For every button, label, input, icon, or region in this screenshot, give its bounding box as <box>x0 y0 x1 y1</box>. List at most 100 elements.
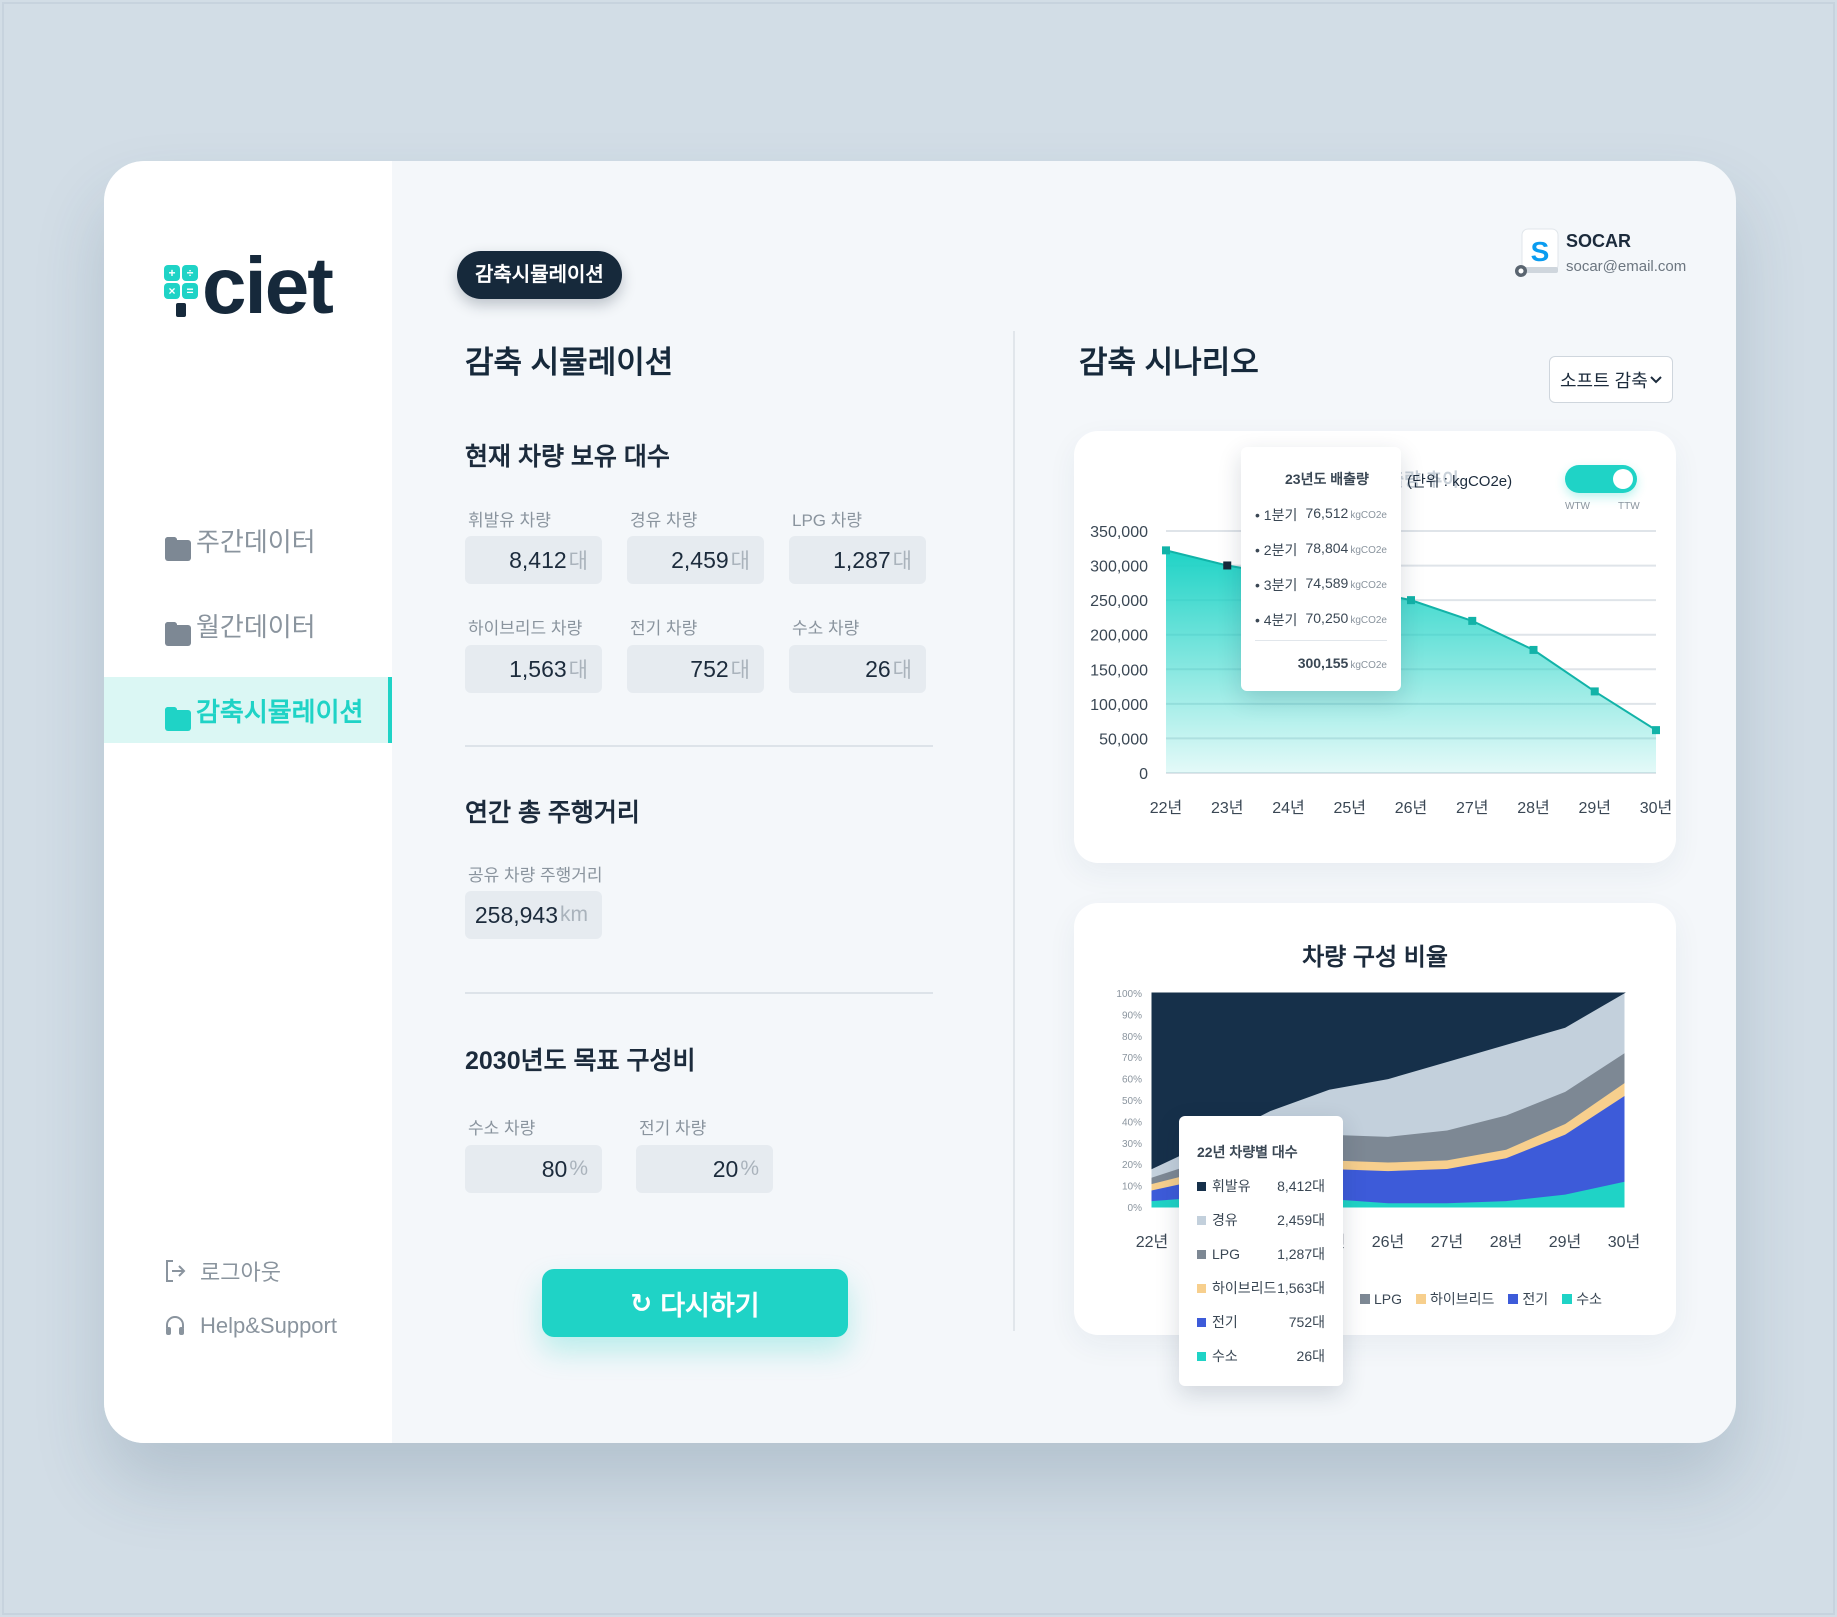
mileage-field[interactable]: 258,943 km <box>465 891 602 939</box>
section-divider <box>465 992 933 994</box>
y-tick-label: 80% <box>1122 1032 1142 1043</box>
retry-label: 다시하기 <box>660 1290 760 1321</box>
lpg-field[interactable]: 1,287 대 <box>789 536 926 584</box>
legend-item: 수소 <box>1562 1289 1602 1309</box>
data-point <box>1529 645 1538 654</box>
legend-swatch <box>1508 1294 1519 1304</box>
x-tick-label: 30년 <box>1608 1233 1641 1251</box>
emission-unit-label: (단위 : kgCO2e) <box>1407 473 1513 490</box>
folder-icon <box>165 622 191 646</box>
tooltip-swatch <box>1197 1181 1206 1191</box>
y-tick-label: 10% <box>1122 1182 1142 1193</box>
logo-mark-icon: + ÷ × = <box>164 265 198 317</box>
dropdown-value: 소프트 감축 <box>1560 370 1648 391</box>
legend-label: 전기 <box>1522 1291 1549 1307</box>
tooltip-row-value: 26대 <box>1296 1348 1325 1364</box>
y-tick-label: 20% <box>1122 1160 1142 1171</box>
retry-button[interactable]: ↻ 다시하기 <box>542 1269 848 1337</box>
sidebar-item-monthly[interactable]: 월간데이터 <box>104 592 392 658</box>
tooltip-row: • 1분기 76,512 kgCO2e <box>1255 505 1387 525</box>
tooltip-row-value: 752대 <box>1288 1314 1325 1330</box>
target-electric-field[interactable]: 20% <box>636 1145 773 1193</box>
logout-link[interactable]: 로그아웃 <box>164 1255 281 1287</box>
scenario-dropdown[interactable]: 소프트 감축 <box>1549 356 1673 403</box>
emission-area <box>1166 550 1656 773</box>
legend-label: 수소 <box>1576 1291 1602 1307</box>
electric-field[interactable]: 752 대 <box>627 645 764 693</box>
gasoline-field[interactable]: 8,412 대 <box>465 536 602 584</box>
field-value: 80 <box>541 1155 568 1182</box>
chevron-down-icon <box>1650 375 1662 383</box>
avatar-letter: S <box>1531 236 1550 267</box>
logo-text: ciet <box>202 241 334 330</box>
tooltip-row: 휘발유 8,412대 <box>1197 1176 1325 1196</box>
logo: + ÷ × = ciet <box>164 241 334 330</box>
tooltip-total-unit: kgCO2e <box>1350 660 1387 671</box>
y-tick-label: 90% <box>1122 1010 1142 1021</box>
field-unit: 대 <box>892 550 912 573</box>
tooltip-row-label: • 1분기 <box>1255 507 1298 523</box>
x-tick-label: 25년 <box>1333 799 1366 817</box>
sidebar-item-simulation[interactable]: 감축시뮬레이션 <box>104 677 392 743</box>
sidebar: + ÷ × = ciet 주간데이터 월간데이터 감축시뮬레이션 로그아웃 He… <box>104 161 392 1443</box>
x-tick-label: 29년 <box>1578 799 1611 817</box>
electric-label: 전기 차량 <box>630 619 698 638</box>
tooltip-row-value: 2,459대 <box>1277 1212 1325 1228</box>
field-unit: 대 <box>730 659 750 682</box>
tooltip-row: 수소 26대 <box>1197 1346 1325 1366</box>
legend-swatch <box>1562 1294 1573 1304</box>
hydrogen-label: 수소 차량 <box>792 619 860 638</box>
data-point <box>1407 596 1415 605</box>
tooltip-divider <box>1255 640 1387 641</box>
tooltip-row-value: 74,589 <box>1305 575 1349 591</box>
diesel-field[interactable]: 2,459 대 <box>627 536 764 584</box>
tooltip-swatch <box>1197 1351 1206 1361</box>
y-tick-label: 150,000 <box>1090 662 1148 679</box>
data-point <box>1162 546 1170 555</box>
user-profile[interactable]: S SOCAR socar@email.com <box>1514 227 1686 279</box>
data-point <box>1468 616 1477 625</box>
x-tick-label: 28년 <box>1517 799 1550 817</box>
field-unit: 대 <box>568 550 588 573</box>
section-divider <box>465 745 933 747</box>
legend-label: 하이브리드 <box>1430 1291 1495 1307</box>
x-tick-label: 27년 <box>1431 1233 1464 1251</box>
tooltip-row-label: 경유 <box>1197 1210 1238 1230</box>
mileage-title: 연간 총 주행거리 <box>465 799 640 827</box>
field-unit: km <box>560 903 588 926</box>
column-divider <box>1013 331 1015 1331</box>
target-title: 2030년도 목표 구성비 <box>465 1047 696 1075</box>
tooltip-swatch <box>1197 1283 1206 1293</box>
data-point <box>1590 687 1599 696</box>
sidebar-item-weekly[interactable]: 주간데이터 <box>104 507 392 573</box>
tooltip-row-value: 70,250 <box>1305 610 1349 626</box>
target-electric-label: 전기 차량 <box>639 1119 707 1138</box>
tooltip-row-label: • 2분기 <box>1255 542 1298 558</box>
toggle-label-wtw: WTW <box>1565 501 1590 512</box>
hydrogen-field[interactable]: 26 대 <box>789 645 926 693</box>
target-hydrogen-field[interactable]: 80% <box>465 1145 602 1193</box>
page-pill: 감축시뮬레이션 <box>457 251 622 299</box>
y-tick-label: 70% <box>1122 1053 1142 1064</box>
field-unit: 대 <box>568 659 588 682</box>
mileage-label: 공유 차량 주행거리 <box>468 866 603 885</box>
y-tick-label: 40% <box>1122 1117 1142 1128</box>
hybrid-field[interactable]: 1,563 대 <box>465 645 602 693</box>
folder-icon <box>165 537 191 561</box>
field-unit: % <box>740 1157 759 1180</box>
help-link[interactable]: Help&Support <box>164 1313 337 1339</box>
wtw-ttw-toggle[interactable] <box>1565 465 1637 493</box>
x-tick-label: 22년 <box>1150 799 1183 817</box>
diesel-label: 경유 차량 <box>630 511 698 530</box>
y-tick-label: 30% <box>1122 1139 1142 1150</box>
tooltip-row: 전기 752대 <box>1197 1312 1325 1332</box>
tooltip-row: LPG 1,287대 <box>1197 1244 1325 1264</box>
logo-cell: + <box>164 265 180 281</box>
tooltip-row-value: 8,412대 <box>1277 1178 1325 1194</box>
composition-tooltip: 22년 차량별 대수 휘발유 8,412대 경유 2,459대 LPG 1,287대 하이브… <box>1179 1116 1343 1386</box>
y-tick-label: 200,000 <box>1090 628 1148 645</box>
x-tick-label: 30년 <box>1640 799 1673 817</box>
simulation-title: 감축 시뮬레이션 <box>465 345 674 380</box>
tooltip-row-value: 78,804 <box>1305 540 1349 556</box>
y-tick-label: 350,000 <box>1090 524 1148 541</box>
